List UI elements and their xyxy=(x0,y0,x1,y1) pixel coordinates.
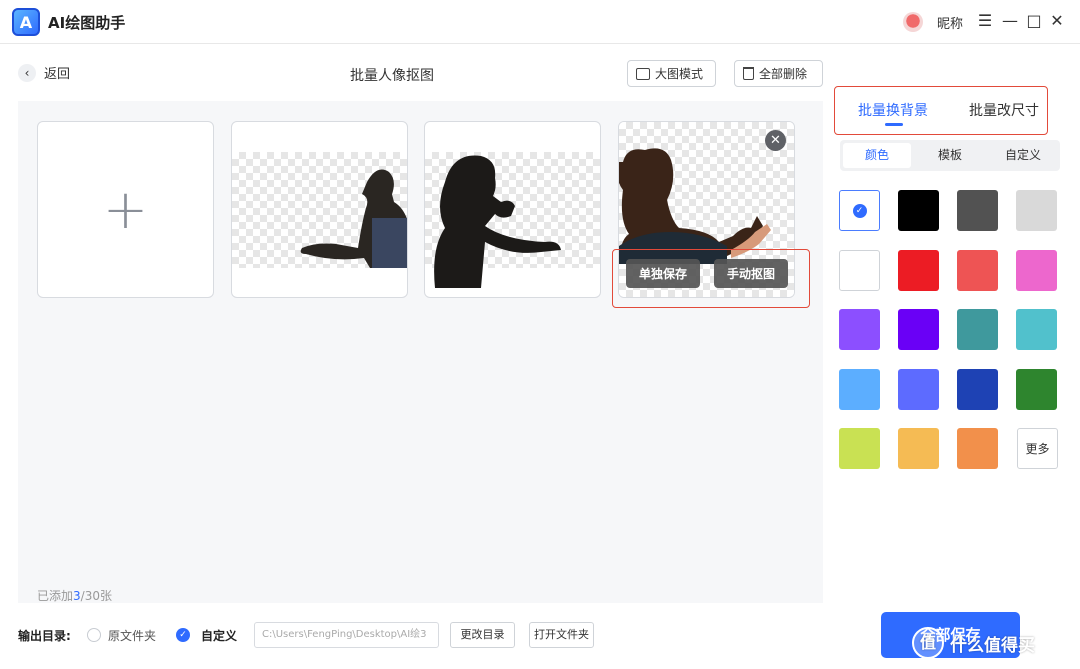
change-directory-button[interactable]: 更改目录 xyxy=(450,622,515,648)
color-swatch[interactable] xyxy=(957,309,998,350)
menu-icon[interactable]: ☰ xyxy=(975,10,995,32)
back-label: 返回 xyxy=(44,67,71,82)
color-swatch[interactable]: ✓ xyxy=(839,190,880,231)
annotation-highlight-box xyxy=(612,249,810,308)
output-directory-label: 输出目录: xyxy=(18,629,71,643)
watermark: 值 什么值得买 xyxy=(912,623,1080,663)
color-swatch[interactable] xyxy=(1016,309,1057,350)
color-swatch[interactable] xyxy=(898,249,939,291)
radio-custom-folder[interactable]: ✓ xyxy=(176,628,190,642)
color-swatch[interactable] xyxy=(1016,249,1057,291)
color-swatch[interactable] xyxy=(839,309,880,350)
delete-all-label: 全部删除 xyxy=(759,67,808,81)
color-swatch[interactable] xyxy=(839,249,880,291)
image-card[interactable] xyxy=(231,121,408,298)
segment-color[interactable]: 颜色 xyxy=(843,143,911,168)
color-swatch[interactable] xyxy=(957,190,998,231)
add-image-card[interactable]: + xyxy=(37,121,214,298)
open-folder-button[interactable]: 打开文件夹 xyxy=(529,622,594,648)
image-card[interactable] xyxy=(424,121,601,298)
background-type-switch: 颜色 模板 自定义 xyxy=(840,140,1060,171)
image-count-suffix: /30张 xyxy=(80,589,112,603)
more-colors-button[interactable]: 更多 xyxy=(1017,428,1058,469)
image-count-current: 3 xyxy=(73,589,81,603)
checkmark-icon: ✓ xyxy=(852,203,867,218)
color-swatch[interactable] xyxy=(957,249,998,291)
big-image-mode-button[interactable]: 大图模式 xyxy=(627,60,716,87)
segment-custom[interactable]: 自定义 xyxy=(989,143,1057,168)
app-logo: A xyxy=(12,8,40,36)
close-window-icon[interactable]: ✕ xyxy=(1047,10,1067,32)
plus-icon: + xyxy=(102,177,149,241)
color-swatch[interactable] xyxy=(898,368,939,410)
big-image-mode-label: 大图模式 xyxy=(655,67,704,81)
image-count: 已添加3/30张 xyxy=(37,587,112,604)
color-swatch[interactable] xyxy=(957,428,998,469)
image-icon xyxy=(636,67,650,80)
image-count-prefix: 已添加 xyxy=(37,589,74,603)
color-swatch[interactable] xyxy=(898,428,939,469)
color-swatch[interactable] xyxy=(957,368,998,410)
watermark-text: 什么值得买 xyxy=(950,635,1035,656)
maximize-icon[interactable]: □ xyxy=(1024,10,1044,32)
trash-icon xyxy=(743,67,754,80)
color-swatch[interactable] xyxy=(1016,190,1057,231)
output-path-field[interactable]: C:\Users\FengPing\Desktop\AI绘3 xyxy=(254,622,439,648)
color-swatch[interactable] xyxy=(898,309,939,350)
annotation-highlight-box xyxy=(834,86,1048,135)
back-button[interactable]: ‹ 返回 xyxy=(18,63,70,82)
remove-image-icon[interactable]: ✕ xyxy=(765,130,786,151)
man-side-profile-image xyxy=(300,169,407,268)
title-bar: A AI绘图助手 昵称 ☰ — □ ✕ xyxy=(0,0,1080,44)
app-logo-letter: A xyxy=(19,12,33,32)
radio-custom-folder-label[interactable]: 自定义 xyxy=(201,627,237,644)
minimize-icon[interactable]: — xyxy=(1000,10,1020,32)
page-title: 批量人像抠图 xyxy=(350,68,434,84)
chevron-left-icon: ‹ xyxy=(18,63,36,82)
color-swatch[interactable] xyxy=(839,428,880,469)
radio-original-folder[interactable] xyxy=(87,628,101,642)
color-swatch[interactable] xyxy=(898,190,939,231)
color-swatch[interactable] xyxy=(839,368,880,410)
color-swatch[interactable] xyxy=(1016,368,1057,410)
user-nickname[interactable]: 昵称 xyxy=(937,13,963,32)
watermark-badge-icon: 值 xyxy=(912,627,944,659)
image-workspace: + ✕ 单独保存 手动抠图 已添加3/30张 xyxy=(18,101,823,603)
segment-template[interactable]: 模板 xyxy=(916,143,984,168)
woman-drinking-image xyxy=(434,155,561,288)
app-title: AI绘图助手 xyxy=(48,14,126,32)
radio-original-folder-label[interactable]: 原文件夹 xyxy=(108,627,156,644)
delete-all-button[interactable]: 全部删除 xyxy=(734,60,823,87)
avatar[interactable] xyxy=(903,12,923,32)
